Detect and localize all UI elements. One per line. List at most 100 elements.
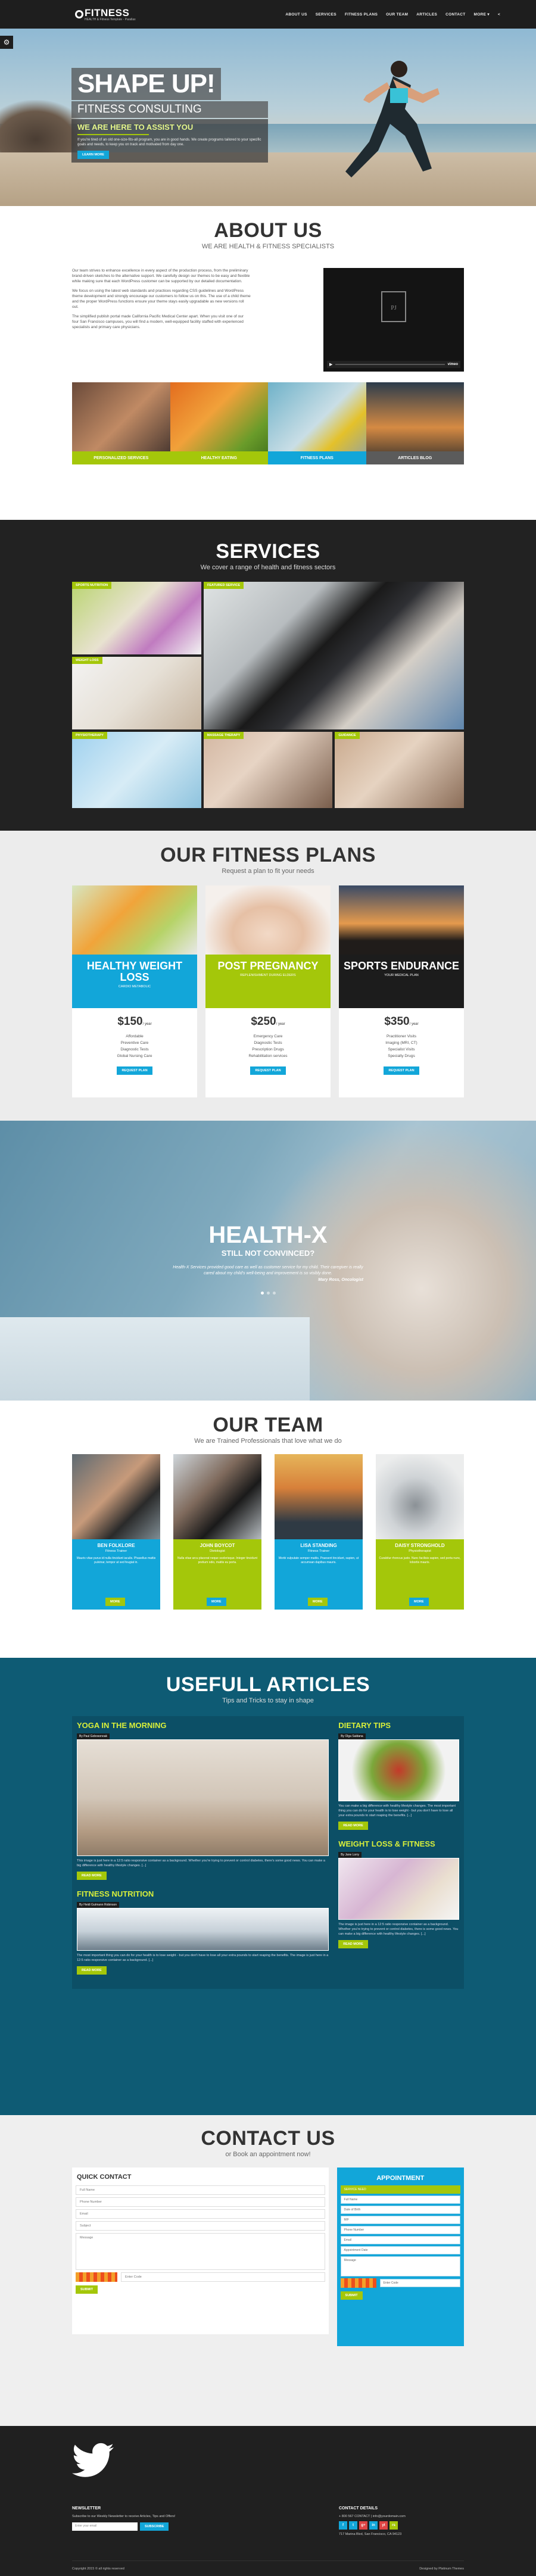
plan-feature: Rehabilitation services — [248, 1054, 288, 1058]
appt-name-field[interactable]: Full Name — [340, 2195, 460, 2204]
service-weight-loss[interactable]: WEIGHT LOSS — [72, 657, 201, 729]
twitter-icon[interactable] — [72, 2443, 114, 2478]
youtube-icon[interactable]: yt — [379, 2521, 388, 2530]
appt-gender-select[interactable]: M/F — [340, 2216, 460, 2224]
request-plan-button[interactable]: REQUEST PLAN — [384, 1066, 419, 1075]
linkedin-icon[interactable]: in — [369, 2521, 378, 2530]
tile-label: ARTICLES BLOG — [366, 451, 464, 464]
team-title: OUR TEAM — [213, 1414, 323, 1436]
tile-fitness-plans[interactable]: FITNESS PLANS — [268, 382, 366, 464]
service-select[interactable]: SERVICE NEED — [340, 2185, 460, 2194]
read-more-button[interactable]: READ MORE — [338, 1940, 368, 1948]
nav-fitness-plans[interactable]: FITNESS PLANS — [345, 13, 378, 17]
member-bio: Curabitur rhoncus justo. Nunc facilisis … — [379, 1557, 461, 1564]
hero-section: ⚙ SHAPE UP! FITNESS CONSULTING WE ARE HE… — [0, 29, 536, 206]
tile-healthy-eating[interactable]: HEALTHY EATING — [170, 382, 268, 464]
article-title[interactable]: DIETARY TIPS — [338, 1721, 459, 1730]
more-button[interactable]: MORE — [308, 1598, 328, 1606]
service-featured[interactable]: FEATURED SERVICE — [204, 582, 464, 729]
appt-phone-field[interactable]: Phone Number — [340, 2226, 460, 2234]
appointment-title: APPOINTMENT — [376, 2175, 425, 2182]
full-name-field[interactable]: Full Name — [76, 2185, 325, 2195]
rss-icon[interactable]: rs — [389, 2521, 398, 2530]
read-more-button[interactable]: READ MORE — [338, 1822, 368, 1830]
read-more-button[interactable]: READ MORE — [77, 1966, 107, 1975]
service-sports-nutrition[interactable]: SPORTS NUTRITION — [72, 582, 201, 654]
contact-address: 717 Marina Blvd, San Francisco, CA 94123 — [339, 2533, 402, 2536]
nav-more[interactable]: MORE ▾ — [474, 12, 490, 17]
subject-field[interactable]: Subject — [76, 2221, 325, 2231]
more-button[interactable]: MORE — [207, 1598, 226, 1606]
article-author: By Jane Lorry — [338, 1852, 362, 1858]
site-logo[interactable]: FITNESS HEALTH & Fitness Template - Para… — [75, 7, 136, 21]
twitter-small-icon[interactable]: t — [349, 2521, 357, 2530]
hero-intro: WE ARE HERE TO ASSIST YOU If you're tire… — [71, 119, 268, 163]
runner-image — [345, 61, 440, 177]
settings-gear-icon[interactable]: ⚙ — [0, 36, 13, 49]
plan-card: HEALTHY WEIGHT LOSS CARDIO METABOLIC $15… — [72, 885, 197, 1097]
nav-services[interactable]: SERVICES — [316, 13, 336, 17]
subscribe-button[interactable]: SUBSCRIBE — [140, 2522, 169, 2531]
plan-subtitle: YOUR MEDICAL PLAN — [384, 974, 419, 977]
plan-feature: Affordable — [126, 1034, 144, 1038]
hero-text: If you're tired of an old one-size-fits-… — [77, 138, 261, 146]
article-image[interactable] — [77, 1739, 329, 1856]
more-button[interactable]: MORE — [105, 1598, 125, 1606]
about-paragraph: We focus on using the latest web standar… — [72, 289, 251, 309]
learn-more-button[interactable]: LEARN MORE — [77, 151, 109, 159]
article-title[interactable]: WEIGHT LOSS & FITNESS — [338, 1839, 459, 1848]
slider-dot[interactable] — [266, 1292, 270, 1295]
appt-date-field[interactable]: Appointment Date — [340, 2246, 460, 2254]
video-controls[interactable]: ▶ vimeo — [327, 361, 460, 368]
nav-articles[interactable]: ARTICLES — [416, 13, 437, 17]
member-bio: Nulla vitae arcu placerat neque sceleris… — [177, 1557, 257, 1564]
google-plus-icon[interactable]: g+ — [359, 2521, 367, 2530]
nav-about[interactable]: ABOUT US — [285, 13, 307, 17]
request-plan-button[interactable]: REQUEST PLAN — [117, 1066, 152, 1075]
phone-field[interactable]: Phone Number — [76, 2197, 325, 2207]
article-image[interactable] — [77, 1908, 329, 1951]
captcha-image — [76, 2272, 117, 2282]
message-field[interactable]: Message — [76, 2233, 325, 2270]
tile-personalized[interactable]: PERSONALIZED SERVICES — [72, 382, 170, 464]
request-plan-button[interactable]: REQUEST PLAN — [250, 1066, 286, 1075]
article-excerpt: This image is just here in a 12:5 ratio … — [77, 1859, 325, 1867]
article-title[interactable]: YOGA IN THE MORNING — [77, 1721, 329, 1730]
appt-submit-button[interactable]: SUBMIT — [340, 2291, 363, 2300]
member-info: DAISY STRONGHOLD Physiotherapist Curabit… — [376, 1539, 464, 1610]
vimeo-icon[interactable]: vimeo — [448, 363, 458, 366]
article-image[interactable] — [338, 1858, 459, 1920]
plan-feature: Specialty Drugs — [388, 1054, 415, 1058]
facebook-icon[interactable]: f — [339, 2521, 347, 2530]
slider-dot[interactable] — [260, 1292, 264, 1295]
nav-contact[interactable]: CONTACT — [445, 13, 465, 17]
slider-dot[interactable] — [272, 1292, 276, 1295]
captcha-field[interactable]: Enter Code — [379, 2279, 460, 2287]
captcha-field[interactable]: Enter Code — [121, 2272, 325, 2282]
service-badge: FEATURED SERVICE — [204, 582, 244, 589]
service-badge: SPORTS NUTRITION — [72, 582, 112, 589]
appt-email-field[interactable]: Email — [340, 2236, 460, 2244]
captcha-image — [340, 2278, 376, 2288]
share-icon[interactable]: < — [498, 13, 500, 17]
quick-submit-button[interactable]: SUBMIT — [76, 2285, 98, 2294]
service-massage[interactable]: MASSAGE THERAPY — [203, 732, 333, 808]
about-video[interactable]: PJ ▶ vimeo — [323, 268, 464, 372]
article-image[interactable] — [338, 1739, 459, 1801]
tile-articles-blog[interactable]: ARTICLES BLOG — [366, 382, 464, 464]
appt-dob-field[interactable]: Date of Birth — [340, 2206, 460, 2214]
more-button[interactable]: MORE — [409, 1598, 429, 1606]
contact-subtitle: or Book an appointment now! — [225, 2151, 311, 2158]
email-field[interactable]: Email — [76, 2209, 325, 2219]
service-physiotherapy[interactable]: PHYSIOTHERAPY — [72, 732, 201, 808]
video-progress[interactable] — [335, 364, 445, 365]
hero-textbox: SHAPE UP! FITNESS CONSULTING WE ARE HERE… — [71, 68, 268, 163]
read-more-button[interactable]: READ MORE — [77, 1872, 107, 1880]
article-title[interactable]: FITNESS NUTRITION — [77, 1889, 329, 1898]
service-guidance[interactable]: GUIDANCE — [335, 732, 464, 808]
play-icon[interactable]: ▶ — [329, 362, 332, 367]
appt-message-field[interactable]: Message — [340, 2256, 460, 2276]
nav-our-team[interactable]: OUR TEAM — [386, 13, 408, 17]
service-badge: PHYSIOTHERAPY — [72, 732, 108, 739]
newsletter-email-input[interactable]: Enter your email — [72, 2522, 138, 2531]
